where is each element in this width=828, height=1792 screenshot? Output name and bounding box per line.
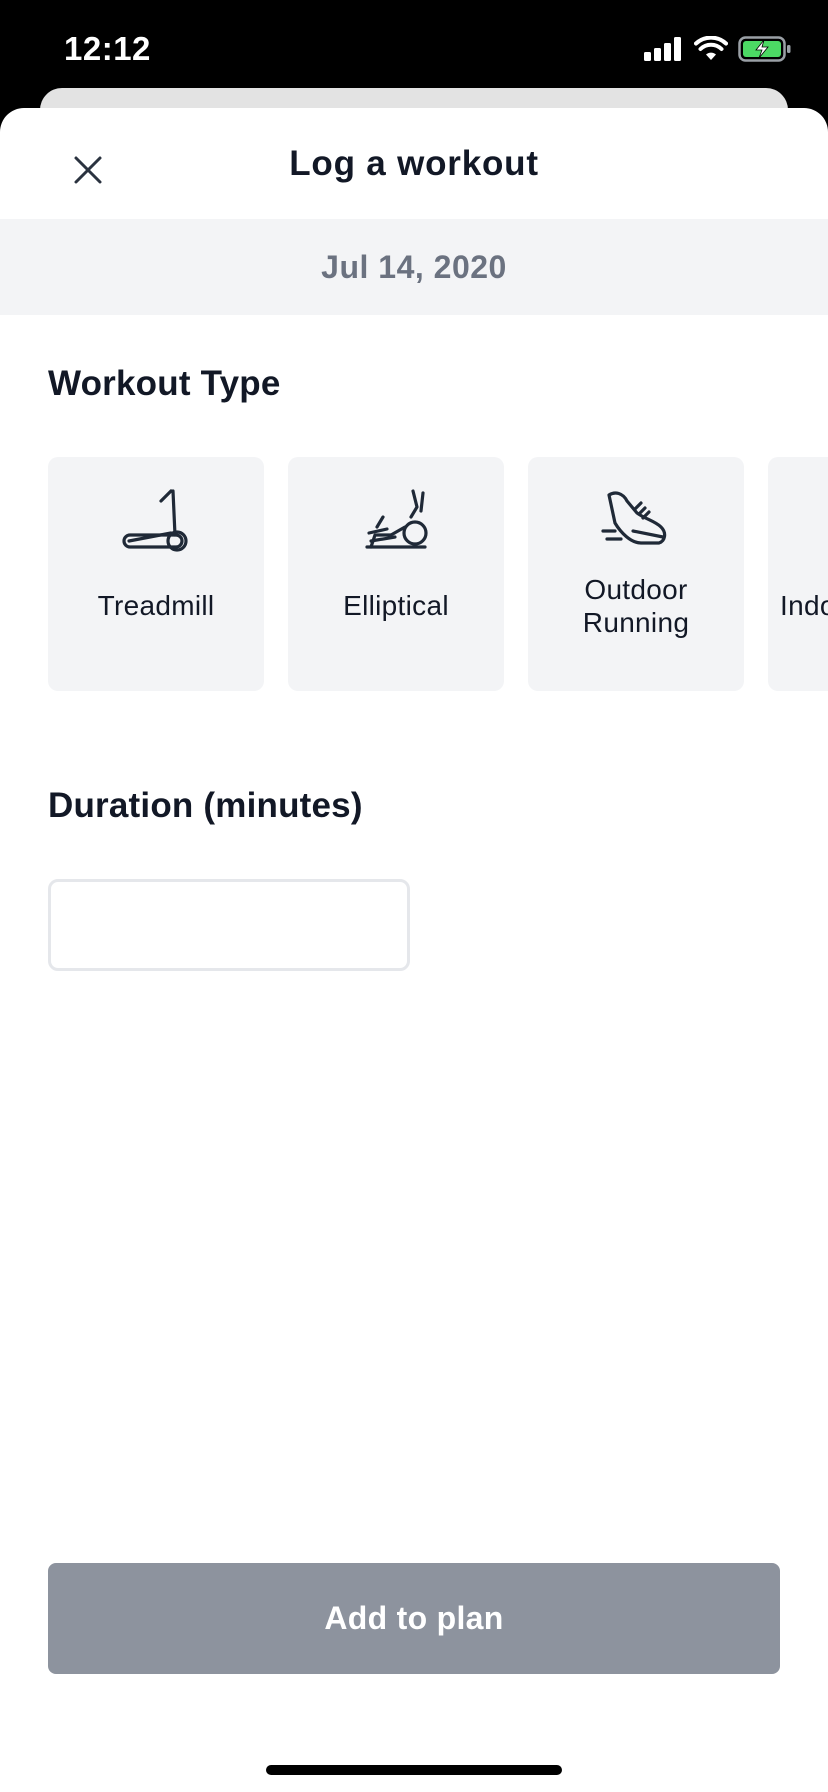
cellular-signal-icon xyxy=(644,37,684,66)
elliptical-icon xyxy=(361,487,431,557)
add-to-plan-button[interactable]: Add to plan xyxy=(48,1563,780,1674)
wifi-icon xyxy=(694,35,728,67)
workout-type-indoor-partial[interactable]: Indo xyxy=(768,457,828,691)
battery-charging-icon xyxy=(738,36,792,67)
workout-type-label: Elliptical xyxy=(343,590,449,621)
status-icons xyxy=(644,35,792,67)
duration-input[interactable] xyxy=(48,879,410,971)
app-screen: 12:12 Log a workout Jul 14, 2020 Workout… xyxy=(0,0,828,1792)
workout-type-label: Treadmill xyxy=(97,590,215,621)
duration-heading: Duration (minutes) xyxy=(48,786,363,825)
treadmill-icon xyxy=(121,487,191,557)
workout-type-label: Outdoor Running xyxy=(582,574,690,638)
workout-type-heading: Workout Type xyxy=(48,364,281,403)
home-indicator xyxy=(266,1765,562,1775)
workout-type-list[interactable]: Treadmill Elliptical Outdoor Running Ind… xyxy=(48,457,828,693)
workout-type-label: Indo xyxy=(780,590,828,621)
status-time: 12:12 xyxy=(64,30,151,67)
status-bar: 12:12 xyxy=(0,0,828,100)
workout-type-treadmill[interactable]: Treadmill xyxy=(48,457,264,691)
sheet-header: Log a workout xyxy=(0,108,828,219)
page-title: Log a workout xyxy=(289,144,539,183)
workout-type-elliptical[interactable]: Elliptical xyxy=(288,457,504,691)
date-selector[interactable]: Jul 14, 2020 xyxy=(0,219,828,315)
workout-type-outdoor-running[interactable]: Outdoor Running xyxy=(528,457,744,691)
running-shoe-icon xyxy=(601,487,671,557)
log-workout-sheet: Log a workout Jul 14, 2020 Workout Type xyxy=(0,108,828,1792)
